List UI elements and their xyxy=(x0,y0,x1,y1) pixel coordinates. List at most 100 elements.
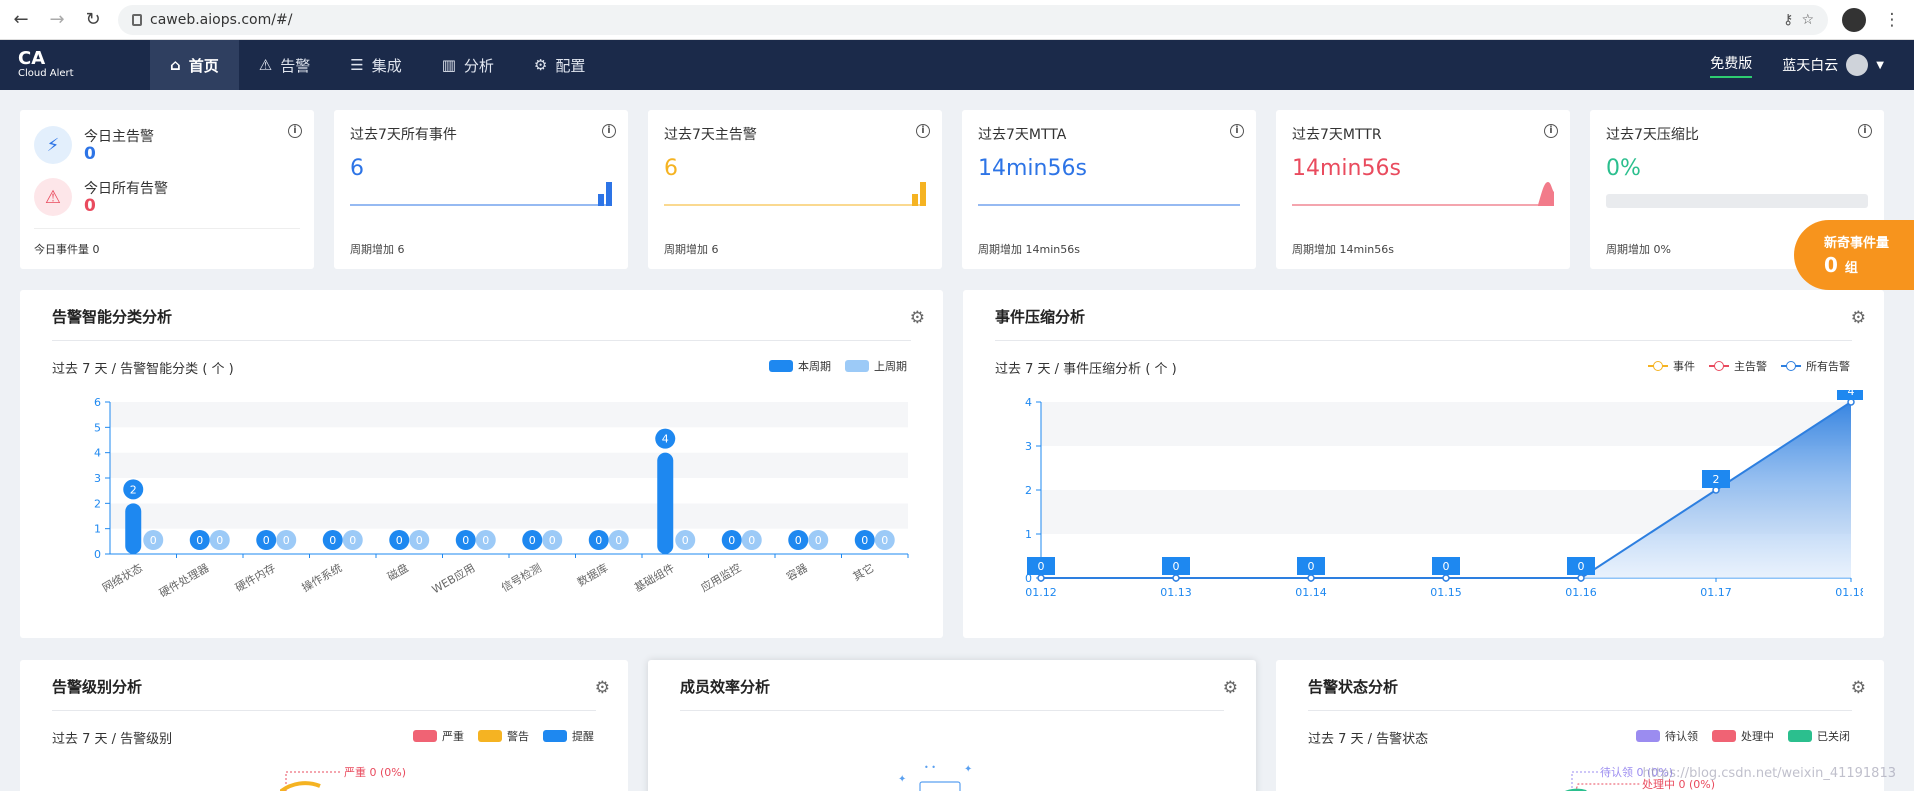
panel-subtitle: 过去 7 天 / 告警级别 xyxy=(52,732,173,747)
legend-item[interactable]: 上周期 xyxy=(845,358,907,374)
legend-label: 待认领 xyxy=(1665,730,1698,743)
x-tick-label: 硬件处理器 xyxy=(157,561,211,600)
grid-band xyxy=(110,478,908,504)
main-menu: ⌂ 首页 ⚠ 告警 ☰ 集成 ▥ 分析 ⚙ 配置 xyxy=(150,40,605,90)
legend-swatch xyxy=(413,730,437,742)
browser-toolbar: ← → ↻ caweb.aiops.com/#/ ⚷ ☆ ⋮ xyxy=(0,0,1914,40)
legend-label: 所有告警 xyxy=(1806,360,1850,373)
info-icon[interactable]: i xyxy=(1544,124,1558,138)
classify-panel: 告警智能分类分析 ⚙ 过去 7 天 / 告警智能分类 ( 个 ) 本周期 上周期… xyxy=(20,290,943,638)
today-alarm-card: i ⚡ 今日主告警 0 ⚠ 今日所有告警 0 今日事件量 0 xyxy=(20,110,314,269)
x-tick-label: 信号检测 xyxy=(499,560,544,594)
star-icon[interactable]: ☆ xyxy=(1801,12,1814,28)
panel-title: 事件压缩分析 xyxy=(995,308,1086,326)
stat-footer: 周期增加 0% xyxy=(1606,243,1671,256)
legend-label: 处理中 xyxy=(1741,730,1774,743)
gear-icon[interactable]: ⚙ xyxy=(910,308,925,328)
header-right: 免费版 蓝天白云 ▼ xyxy=(1710,53,1914,78)
logo-text: CA xyxy=(18,48,46,69)
stat-title: 过去7天所有事件 xyxy=(350,127,457,143)
x-tick-label: 01.17 xyxy=(1700,586,1732,599)
y-tick-label: 4 xyxy=(94,447,101,460)
divider xyxy=(680,710,1224,711)
menu-label: 配置 xyxy=(555,56,586,75)
menu-item-alarm[interactable]: ⚠ 告警 xyxy=(239,40,330,90)
address-bar[interactable]: caweb.aiops.com/#/ ⚷ ☆ xyxy=(118,4,1828,35)
x-tick-label: 01.13 xyxy=(1160,586,1192,599)
menu-item-integration[interactable]: ☰ 集成 xyxy=(330,40,421,90)
legend-label: 警告 xyxy=(507,730,529,743)
today-main-label: 今日主告警 xyxy=(84,129,154,145)
stat-value: 14min56s xyxy=(1292,156,1401,181)
y-tick-label: 1 xyxy=(94,523,101,536)
gear-icon[interactable]: ⚙ xyxy=(1851,678,1866,698)
data-label: 0 xyxy=(1578,560,1585,573)
legend-item[interactable]: 所有告警 xyxy=(1781,358,1850,374)
stat-footer: 周期增加 6 xyxy=(350,243,405,256)
legend-label: 主告警 xyxy=(1734,360,1767,373)
stat-value: 6 xyxy=(350,156,364,181)
lock-icon xyxy=(132,13,142,26)
plan-link[interactable]: 免费版 xyxy=(1710,53,1753,78)
panel-subtitle: 过去 7 天 / 告警智能分类 ( 个 ) xyxy=(52,362,234,377)
info-icon[interactable]: i xyxy=(602,124,616,138)
stat-footer: 周期增加 14min56s xyxy=(978,243,1080,256)
y-tick-label: 2 xyxy=(1025,484,1032,497)
gear-icon[interactable]: ⚙ xyxy=(1223,678,1238,698)
gear-icon[interactable]: ⚙ xyxy=(595,678,610,698)
info-icon[interactable]: i xyxy=(1230,124,1244,138)
x-tick-label: 01.15 xyxy=(1430,586,1462,599)
info-icon[interactable]: i xyxy=(1858,124,1872,138)
gear-icon[interactable]: ⚙ xyxy=(1851,308,1866,328)
profile-icon[interactable] xyxy=(1842,7,1866,32)
stat-footer: 周期增加 14min56s xyxy=(1292,243,1394,256)
more-icon[interactable]: ⋮ xyxy=(1880,10,1904,30)
legend-item[interactable]: 处理中 xyxy=(1712,728,1774,744)
menu-item-analysis[interactable]: ▥ 分析 xyxy=(422,40,514,90)
novel-events-badge[interactable]: 新奇事件量 0 组 xyxy=(1794,220,1914,290)
key-icon[interactable]: ⚷ xyxy=(1783,12,1793,28)
panel-title: 告警状态分析 xyxy=(1308,678,1399,696)
legend-label: 本周期 xyxy=(798,360,831,373)
data-label: 0 xyxy=(615,534,622,547)
legend-item[interactable]: 事件 xyxy=(1648,358,1695,374)
data-label: 2 xyxy=(1713,473,1720,486)
legend-item[interactable]: 已关闭 xyxy=(1788,728,1850,744)
x-tick-label: 其它 xyxy=(850,560,876,583)
data-label: 0 xyxy=(329,534,336,547)
menu-item-home[interactable]: ⌂ 首页 xyxy=(150,40,239,90)
panel-subtitle: 过去 7 天 / 事件压缩分析 ( 个 ) xyxy=(995,362,1177,377)
legend-swatch xyxy=(1712,730,1736,742)
stat-title: 过去7天压缩比 xyxy=(1606,127,1699,143)
y-tick-label: 3 xyxy=(1025,440,1032,453)
legend-item[interactable]: 本周期 xyxy=(769,358,831,374)
stat-card-mttr: 过去7天MTTR i 14min56s 周期增加 14min56s xyxy=(1276,110,1570,269)
data-label: 0 xyxy=(263,534,270,547)
legend-item[interactable]: 警告 xyxy=(478,728,529,744)
user-menu[interactable]: 蓝天白云 ▼ xyxy=(1782,54,1884,76)
reload-icon[interactable]: ↻ xyxy=(82,9,104,30)
menu-item-config[interactable]: ⚙ 配置 xyxy=(514,40,605,90)
logo-subtitle: Cloud Alert xyxy=(18,68,74,79)
level-panel: 告警级别分析 ⚙ 过去 7 天 / 告警级别 严重 警告 提醒 严重 0 (0%… xyxy=(20,660,628,791)
forward-icon[interactable]: → xyxy=(46,9,68,30)
x-tick-label: 基础组件 xyxy=(632,560,677,594)
info-icon[interactable]: i xyxy=(288,124,302,138)
legend-swatch xyxy=(543,730,567,742)
sparkline xyxy=(350,182,612,206)
legend-item[interactable]: 待认领 xyxy=(1636,728,1698,744)
today-all-value: 0 xyxy=(84,196,96,216)
y-tick-label: 3 xyxy=(94,472,101,485)
divider xyxy=(34,228,300,229)
legend-item[interactable]: 严重 xyxy=(413,728,464,744)
x-tick-label: 磁盘 xyxy=(385,560,411,583)
x-tick-label: 应用监控 xyxy=(698,560,743,594)
panel-subtitle: 过去 7 天 / 告警状态 xyxy=(1308,732,1429,747)
logo[interactable]: CA Cloud Alert xyxy=(0,50,150,80)
legend-label: 事件 xyxy=(1673,360,1695,373)
back-icon[interactable]: ← xyxy=(10,9,32,30)
info-icon[interactable]: i xyxy=(916,124,930,138)
legend-item[interactable]: 主告警 xyxy=(1709,358,1767,374)
legend-item[interactable]: 提醒 xyxy=(543,728,594,744)
today-all-label: 今日所有告警 xyxy=(84,181,168,197)
